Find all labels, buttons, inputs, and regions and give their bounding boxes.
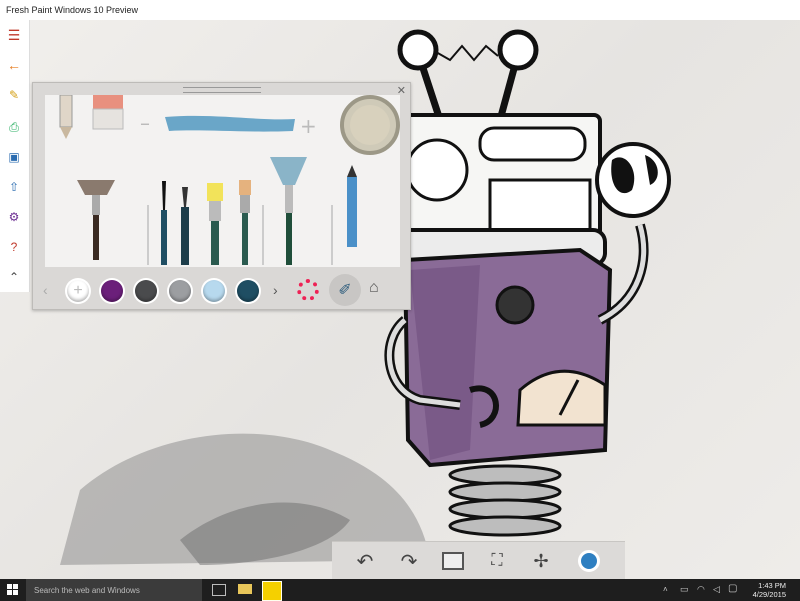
chevron-right-icon[interactable]: › <box>273 282 278 298</box>
bottom-toolbar: ↶ ↷ ⛶ ✢ <box>332 541 625 580</box>
swatch-light-blue[interactable] <box>203 280 225 302</box>
back-icon[interactable]: ← <box>3 54 25 76</box>
undo-icon[interactable]: ↶ <box>352 548 378 574</box>
share-icon[interactable]: ⇧ <box>3 176 25 198</box>
brush-size-stroke[interactable] <box>165 115 295 132</box>
windows-start-icon[interactable] <box>7 584 18 595</box>
paint-cup-icon[interactable] <box>340 95 400 155</box>
left-sidebar: ☰ ← ✎ ⎙ ▣ ⇧ ⚙ ? ⌃ <box>0 20 30 292</box>
easel-icon[interactable]: ⌂ <box>369 279 379 297</box>
collapse-icon[interactable]: ⌃ <box>3 266 25 288</box>
round-brush-icon[interactable] <box>181 187 189 265</box>
dryer-icon[interactable] <box>576 548 602 574</box>
fresh-paint-taskbar-icon[interactable] <box>262 581 282 601</box>
plus-icon[interactable]: + <box>300 114 317 138</box>
pencil-blue-icon[interactable] <box>347 165 357 247</box>
fit-screen-icon[interactable]: ⛶ <box>484 548 510 574</box>
help-icon[interactable]: ? <box>3 236 25 258</box>
minus-icon[interactable]: – <box>140 111 150 135</box>
clock-date: 4/29/2015 <box>752 590 786 599</box>
taskbar-clock[interactable]: 1:43 PM 4/29/2015 <box>753 581 786 599</box>
brush-panel: ✕ – + ‹ + › ✐ ⌂ <box>32 82 411 310</box>
swatch-purple[interactable] <box>101 280 123 302</box>
chevron-left-icon[interactable]: ‹ <box>43 282 48 298</box>
swatch-dark-grey[interactable] <box>135 280 157 302</box>
redo-icon[interactable]: ↷ <box>396 548 422 574</box>
tool-tray: – + <box>45 94 400 267</box>
network-icon[interactable]: ◠ <box>697 584 705 595</box>
menu-icon[interactable]: ☰ <box>3 24 25 46</box>
volume-icon[interactable]: ◁ <box>713 584 720 595</box>
pencil-tool-icon[interactable] <box>59 94 73 139</box>
pencil-icon[interactable]: ✎ <box>3 84 25 106</box>
fan-brush-icon[interactable] <box>77 180 115 260</box>
battery-icon[interactable]: ▭ <box>680 584 689 595</box>
panel-grip[interactable] <box>183 87 261 93</box>
clock-time: 1:43 PM <box>758 581 786 590</box>
swatch-grey[interactable] <box>169 280 191 302</box>
swatch-teal[interactable] <box>237 280 259 302</box>
print-icon[interactable]: ⎙ <box>3 116 25 138</box>
eraser-icon[interactable] <box>92 95 124 130</box>
color-wheel-icon[interactable] <box>297 279 319 301</box>
fan-icon[interactable]: ✢ <box>528 548 554 574</box>
wide-fan-brush-icon[interactable] <box>270 157 307 265</box>
notification-icon[interactable]: ▢ <box>728 583 737 594</box>
settings-icon[interactable]: ⚙ <box>3 206 25 228</box>
filbert-brush-icon[interactable] <box>239 180 251 265</box>
window-title: Fresh Paint Windows 10 Preview <box>6 5 139 15</box>
tray-chevron-icon[interactable]: ˄ <box>663 585 668 594</box>
taskbar-search-box[interactable]: Search the web and Windows <box>26 579 202 601</box>
task-view-icon[interactable] <box>212 584 226 596</box>
flat-brush-yellow-icon[interactable] <box>207 183 223 265</box>
search-placeholder: Search the web and Windows <box>34 586 140 595</box>
save-icon[interactable]: ▣ <box>3 146 25 168</box>
file-explorer-icon[interactable] <box>238 584 252 594</box>
palette-row: ‹ + › ✐ ⌂ <box>33 273 410 309</box>
canvas-icon[interactable] <box>440 548 466 574</box>
brush-mode-icon[interactable]: ✐ <box>329 274 361 306</box>
add-color-icon[interactable]: + <box>67 280 89 302</box>
liner-brush-icon[interactable] <box>161 181 167 265</box>
taskbar: Search the web and Windows ˄ ▭ ◠ ◁ ▢ 1:4… <box>0 579 800 601</box>
title-bar: Fresh Paint Windows 10 Preview <box>0 0 800 20</box>
